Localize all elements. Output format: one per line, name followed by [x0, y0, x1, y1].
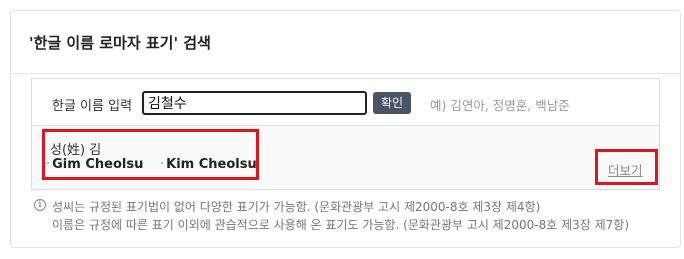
surname-label: 성(姓) 김	[50, 143, 102, 158]
info-icon: i	[34, 199, 46, 211]
romanization-text: Gim Cheolsu	[52, 157, 144, 172]
confirm-button[interactable]: 확인	[373, 92, 411, 114]
example-text: 예) 김연아, 정명훈, 백남준	[430, 98, 570, 113]
romanization-text: Kim Cheolsu	[166, 157, 257, 172]
bullet-icon: ·	[160, 157, 165, 172]
romanization-item: · Kim Cheolsu	[160, 157, 257, 172]
panel-title: '한글 이름 로마자 표기' 검색	[29, 34, 211, 52]
romanization-item: · Gim Cheolsu	[46, 157, 143, 172]
note-line: 이름은 규정에 따른 표기 이외에 관습적으로 사용해 온 표기도 가능함. (…	[52, 218, 629, 232]
bullet-icon: ·	[46, 157, 51, 172]
title-divider	[11, 73, 680, 74]
more-link[interactable]: 더보기	[608, 160, 643, 179]
name-input-label: 한글 이름 입력	[52, 99, 133, 114]
name-input[interactable]	[142, 91, 367, 115]
note-line: 성씨는 규정된 표기법이 없어 다양한 표기가 가능함. (문화관광부 고시 제…	[52, 200, 541, 214]
